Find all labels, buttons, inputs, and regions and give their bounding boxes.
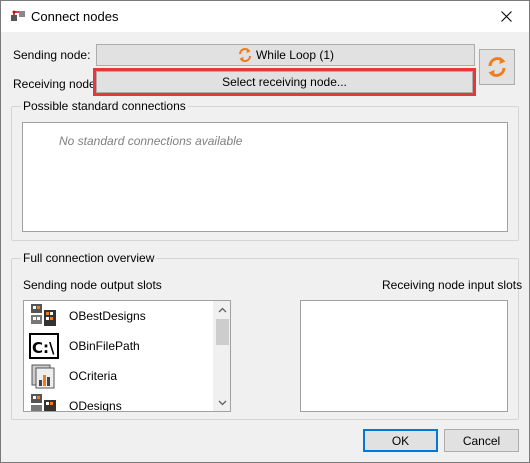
svg-text:C:\: C:\ [32, 339, 55, 357]
connection-overview-title: Full connection overview [21, 251, 157, 265]
receiving-node-label: Receiving node: [13, 77, 100, 91]
standard-connections-list[interactable]: No standard connections available [22, 122, 508, 232]
slot-name: OCriteria [69, 369, 118, 383]
criteria-chart-icon [31, 364, 55, 389]
sending-slots-scrollbar[interactable] [213, 301, 230, 411]
swap-arrows-icon [488, 57, 506, 77]
loop-arrows-icon [238, 48, 251, 62]
slot-name: OBestDesigns [69, 309, 146, 323]
designs-table-icon [31, 394, 56, 411]
connect-nodes-dialog: Connect nodes Sending node: While Loop (… [0, 0, 530, 463]
ok-button[interactable]: OK [363, 429, 438, 452]
list-item[interactable]: OCriteria [28, 361, 208, 391]
chevron-down-icon [218, 400, 227, 405]
receiving-slots-label: Receiving node input slots [382, 278, 523, 292]
connect-nodes-icon [11, 10, 25, 21]
title-bar: Connect nodes [1, 1, 529, 32]
designs-table-icon [31, 304, 56, 326]
chevron-up-icon [218, 307, 227, 312]
slot-name: OBinFilePath [69, 339, 140, 353]
sending-slots-label: Sending node output slots [23, 278, 162, 292]
list-item[interactable]: OBestDesigns [28, 301, 208, 331]
scroll-thumb[interactable] [216, 319, 229, 345]
window-title: Connect nodes [31, 9, 119, 24]
receiving-node-placeholder: Select receiving node... [222, 75, 347, 89]
sending-node-value: While Loop (1) [255, 48, 335, 62]
sending-slots-list[interactable]: OBestDesigns C:\ OBinFilePath OCriteria [23, 300, 231, 412]
cancel-button[interactable]: Cancel [444, 429, 519, 452]
file-path-icon: C:\ [29, 333, 59, 359]
close-icon [500, 11, 512, 22]
sending-node-label: Sending node: [13, 48, 91, 62]
scroll-up-button[interactable] [214, 301, 230, 318]
scroll-down-button[interactable] [214, 394, 230, 411]
receiving-slots-list[interactable] [300, 300, 508, 412]
slot-name: ODesigns [69, 399, 122, 412]
no-connections-message: No standard connections available [59, 134, 243, 148]
receiving-node-select-button[interactable]: Select receiving node... [96, 71, 473, 93]
list-item[interactable]: C:\ OBinFilePath [28, 331, 208, 361]
list-item[interactable]: ODesigns [28, 391, 208, 412]
close-button[interactable] [483, 1, 529, 32]
swap-nodes-button[interactable] [479, 49, 515, 85]
sending-node-button[interactable]: While Loop (1) [96, 44, 475, 66]
standard-connections-title: Possible standard connections [21, 99, 188, 113]
